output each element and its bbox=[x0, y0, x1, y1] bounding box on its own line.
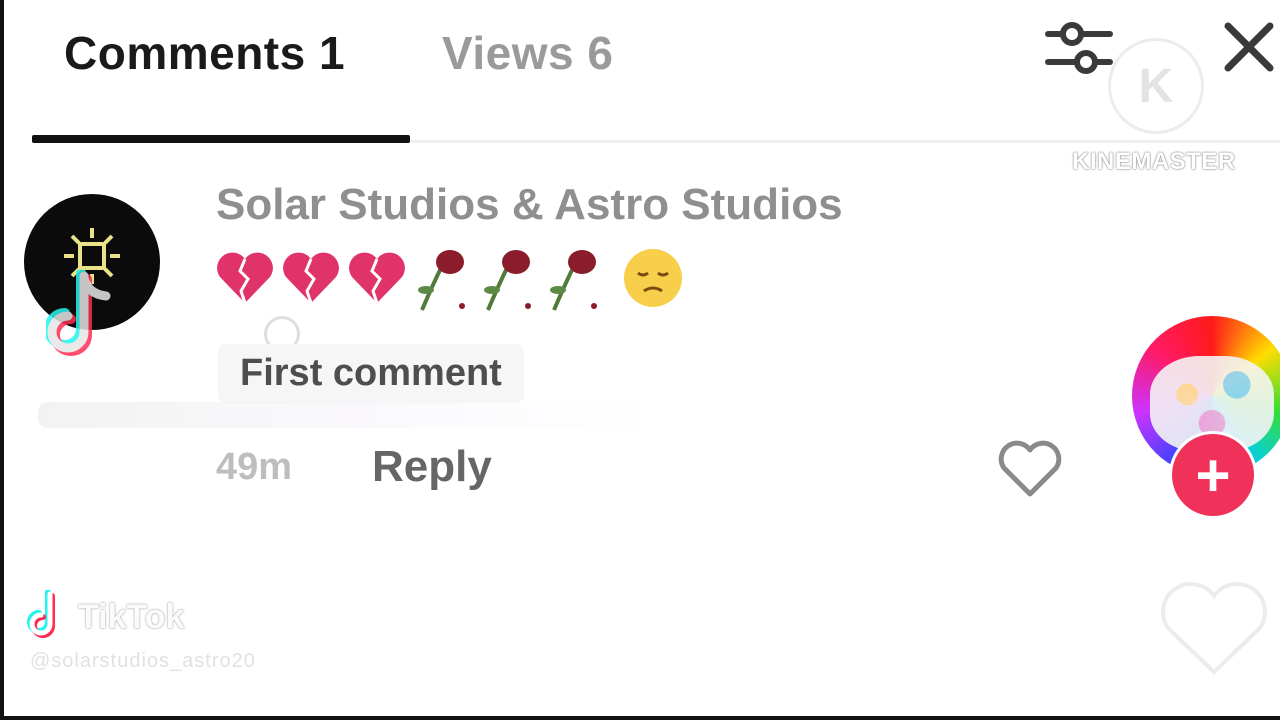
tiktok-watermark-handle: @solarstudios_astro20 bbox=[30, 650, 256, 672]
wilted-rose-icon bbox=[484, 250, 531, 311]
broken-heart-icon bbox=[349, 252, 405, 304]
tiktok-logo-icon bbox=[46, 270, 111, 356]
header-divider bbox=[410, 140, 1280, 143]
kinemaster-logo: K bbox=[1108, 38, 1204, 134]
filter-icon[interactable] bbox=[1044, 16, 1114, 80]
broken-heart-icon bbox=[217, 252, 273, 304]
tiktok-watermark-text: TikTok bbox=[78, 598, 185, 636]
comment-timestamp: 49m bbox=[216, 446, 293, 488]
close-icon[interactable] bbox=[1222, 20, 1276, 74]
app-frame bbox=[0, 0, 1280, 720]
tiktok-watermark-icon bbox=[27, 590, 55, 638]
video-like-icon[interactable] bbox=[1154, 580, 1274, 680]
sad-face-icon bbox=[624, 249, 682, 307]
comment-emoji-text bbox=[214, 238, 686, 318]
wilted-rose-icon bbox=[418, 250, 465, 311]
active-tab-indicator bbox=[32, 135, 410, 143]
kinemaster-watermark-text: KINEMASTER bbox=[1072, 148, 1236, 175]
faint-overlay-row bbox=[38, 402, 658, 428]
wilted-rose-icon bbox=[550, 250, 597, 311]
heart-like-icon[interactable] bbox=[996, 440, 1064, 500]
broken-heart-icon bbox=[283, 252, 339, 304]
tab-comments[interactable]: Comments 1 bbox=[64, 26, 345, 80]
first-comment-badge: First comment bbox=[218, 344, 524, 403]
reply-button[interactable]: Reply bbox=[372, 442, 492, 492]
comment-username[interactable]: Solar Studios & Astro Studios bbox=[216, 180, 843, 230]
tab-views[interactable]: Views 6 bbox=[442, 26, 613, 80]
follow-plus-button[interactable]: + bbox=[1172, 434, 1254, 516]
